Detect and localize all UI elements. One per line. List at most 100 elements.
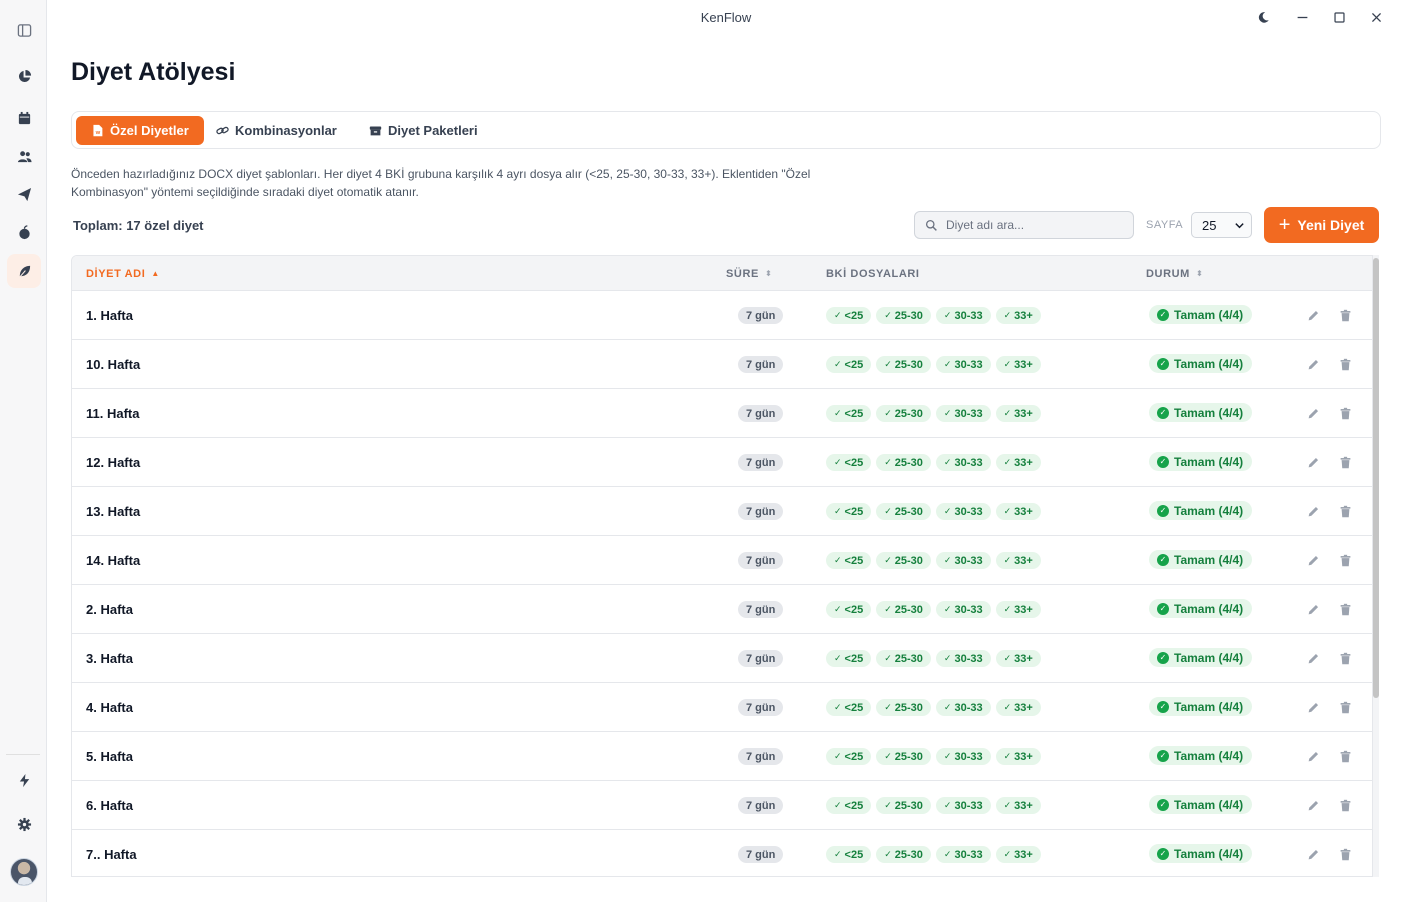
bki-file-badge[interactable]: ✓ 30-33 [935, 503, 991, 520]
bki-file-badge[interactable]: ✓ <25 [826, 601, 872, 618]
bki-file-badge[interactable]: ✓ 33+ [995, 699, 1041, 716]
table-row[interactable]: 6. Hafta 7 gün ✓ <25 ✓ 25-30 ✓ 30-33 ✓ 33+ ✓ Tamam … [72, 781, 1372, 830]
sidebar-item-foods[interactable] [7, 215, 41, 249]
delete-button[interactable] [1337, 601, 1353, 617]
table-row[interactable]: 4. Hafta 7 gün ✓ <25 ✓ 25-30 ✓ 30-33 ✓ 33+ ✓ Tamam … [72, 683, 1372, 732]
table-row[interactable]: 1. Hafta 7 gün ✓ <25 ✓ 25-30 ✓ 30-33 ✓ 33+ ✓ Tamam … [72, 291, 1372, 340]
bki-file-badge[interactable]: ✓ 33+ [995, 503, 1041, 520]
bki-file-badge[interactable]: ✓ 33+ [995, 601, 1041, 618]
edit-button[interactable] [1305, 699, 1321, 715]
theme-toggle-button[interactable] [1254, 8, 1272, 26]
delete-button[interactable] [1337, 356, 1353, 372]
table-row[interactable]: 7.. Hafta 7 gün ✓ <25 ✓ 25-30 ✓ 30-33 ✓ 33+ ✓ Tamam… [72, 830, 1372, 876]
sidebar-item-diet-workshop[interactable] [7, 254, 41, 288]
column-header-status[interactable]: DURUM ⬍ [1146, 268, 1203, 280]
bki-file-badge[interactable]: ✓ 25-30 [876, 454, 931, 471]
bki-file-badge[interactable]: ✓ <25 [826, 503, 872, 520]
search-box[interactable] [914, 211, 1134, 239]
bki-file-badge[interactable]: ✓ 25-30 [876, 552, 931, 569]
sidebar-item-calendar[interactable] [7, 101, 41, 135]
column-header-duration[interactable]: SÜRE ⬍ [726, 268, 772, 280]
delete-button[interactable] [1337, 405, 1353, 421]
bki-file-badge[interactable]: ✓ 33+ [995, 748, 1041, 765]
delete-button[interactable] [1337, 650, 1353, 666]
bki-file-badge[interactable]: ✓ <25 [826, 797, 872, 814]
table-row[interactable]: 13. Hafta 7 gün ✓ <25 ✓ 25-30 ✓ 30-33 ✓ 33+ ✓ Tamam… [72, 487, 1372, 536]
bki-file-badge[interactable]: ✓ 33+ [995, 846, 1041, 863]
bki-file-badge[interactable]: ✓ <25 [826, 699, 872, 716]
bki-file-badge[interactable]: ✓ 25-30 [876, 846, 931, 863]
bki-file-badge[interactable]: ✓ 30-33 [935, 552, 991, 569]
bki-file-badge[interactable]: ✓ <25 [826, 405, 872, 422]
bki-file-badge[interactable]: ✓ 25-30 [876, 699, 931, 716]
table-row[interactable]: 14. Hafta 7 gün ✓ <25 ✓ 25-30 ✓ 30-33 ✓ 33+ ✓ Tamam… [72, 536, 1372, 585]
avatar[interactable] [10, 858, 38, 886]
edit-button[interactable] [1305, 552, 1321, 568]
table-row[interactable]: 5. Hafta 7 gün ✓ <25 ✓ 25-30 ✓ 30-33 ✓ 33+ ✓ Tamam … [72, 732, 1372, 781]
table-row[interactable]: 2. Hafta 7 gün ✓ <25 ✓ 25-30 ✓ 30-33 ✓ 33+ ✓ Tamam … [72, 585, 1372, 634]
table-row[interactable]: 3. Hafta 7 gün ✓ <25 ✓ 25-30 ✓ 30-33 ✓ 33+ ✓ Tamam … [72, 634, 1372, 683]
bki-file-badge[interactable]: ✓ 25-30 [876, 405, 931, 422]
table-row[interactable]: 11. Hafta 7 gün ✓ <25 ✓ 25-30 ✓ 30-33 ✓ 33+ ✓ Tamam… [72, 389, 1372, 438]
bki-file-badge[interactable]: ✓ 30-33 [935, 601, 991, 618]
table-row[interactable]: 12. Hafta 7 gün ✓ <25 ✓ 25-30 ✓ 30-33 ✓ 33+ ✓ Tamam… [72, 438, 1372, 487]
scrollbar-thumb[interactable] [1373, 258, 1379, 698]
bki-file-badge[interactable]: ✓ 30-33 [935, 307, 991, 324]
bki-file-badge[interactable]: ✓ 30-33 [935, 454, 991, 471]
sidebar-item-clients[interactable] [7, 139, 41, 173]
sidebar-item-automation[interactable] [7, 763, 41, 797]
edit-button[interactable] [1305, 797, 1321, 813]
delete-button[interactable] [1337, 454, 1353, 470]
bki-file-badge[interactable]: ✓ 30-33 [935, 405, 991, 422]
delete-button[interactable] [1337, 797, 1353, 813]
edit-button[interactable] [1305, 650, 1321, 666]
minimize-button[interactable] [1293, 8, 1311, 26]
sidebar-toggle-button[interactable] [7, 13, 41, 47]
edit-button[interactable] [1305, 601, 1321, 617]
tab-kombinasyonlar[interactable]: Kombinasyonlar [201, 116, 352, 145]
bki-file-badge[interactable]: ✓ <25 [826, 748, 872, 765]
bki-file-badge[interactable]: ✓ 25-30 [876, 307, 931, 324]
search-input[interactable] [946, 218, 1121, 232]
edit-button[interactable] [1305, 405, 1321, 421]
delete-button[interactable] [1337, 699, 1353, 715]
new-diet-button[interactable]: + Yeni Diyet [1264, 207, 1379, 243]
bki-file-badge[interactable]: ✓ 25-30 [876, 601, 931, 618]
bki-file-badge[interactable]: ✓ <25 [826, 552, 872, 569]
bki-file-badge[interactable]: ✓ <25 [826, 650, 872, 667]
bki-file-badge[interactable]: ✓ 33+ [995, 454, 1041, 471]
bki-file-badge[interactable]: ✓ 25-30 [876, 356, 931, 373]
bki-file-badge[interactable]: ✓ 33+ [995, 797, 1041, 814]
tab-ozel-diyetler[interactable]: W Özel Diyetler [76, 116, 204, 145]
edit-button[interactable] [1305, 503, 1321, 519]
page-size-select[interactable]: 25 [1191, 212, 1252, 238]
bki-file-badge[interactable]: ✓ 30-33 [935, 748, 991, 765]
delete-button[interactable] [1337, 552, 1353, 568]
bki-file-badge[interactable]: ✓ 30-33 [935, 846, 991, 863]
table-row[interactable]: 10. Hafta 7 gün ✓ <25 ✓ 25-30 ✓ 30-33 ✓ 33+ ✓ Tamam… [72, 340, 1372, 389]
bki-file-badge[interactable]: ✓ 33+ [995, 552, 1041, 569]
delete-button[interactable] [1337, 846, 1353, 862]
sidebar-item-dashboard[interactable] [7, 59, 41, 93]
sidebar-item-send[interactable] [7, 177, 41, 211]
bki-file-badge[interactable]: ✓ 33+ [995, 307, 1041, 324]
delete-button[interactable] [1337, 748, 1353, 764]
close-button[interactable] [1367, 8, 1385, 26]
bki-file-badge[interactable]: ✓ 33+ [995, 405, 1041, 422]
bki-file-badge[interactable]: ✓ 30-33 [935, 699, 991, 716]
bki-file-badge[interactable]: ✓ <25 [826, 454, 872, 471]
bki-file-badge[interactable]: ✓ 33+ [995, 650, 1041, 667]
bki-file-badge[interactable]: ✓ <25 [826, 356, 872, 373]
bki-file-badge[interactable]: ✓ 30-33 [935, 797, 991, 814]
bki-file-badge[interactable]: ✓ 30-33 [935, 650, 991, 667]
edit-button[interactable] [1305, 356, 1321, 372]
bki-file-badge[interactable]: ✓ 25-30 [876, 650, 931, 667]
bki-file-badge[interactable]: ✓ 33+ [995, 356, 1041, 373]
edit-button[interactable] [1305, 454, 1321, 470]
bki-file-badge[interactable]: ✓ 25-30 [876, 503, 931, 520]
edit-button[interactable] [1305, 846, 1321, 862]
column-header-name[interactable]: DİYET ADI ▲ [86, 268, 160, 280]
delete-button[interactable] [1337, 307, 1353, 323]
tab-diyet-paketleri[interactable]: Diyet Paketleri [354, 116, 493, 145]
sidebar-item-settings[interactable] [7, 807, 41, 841]
